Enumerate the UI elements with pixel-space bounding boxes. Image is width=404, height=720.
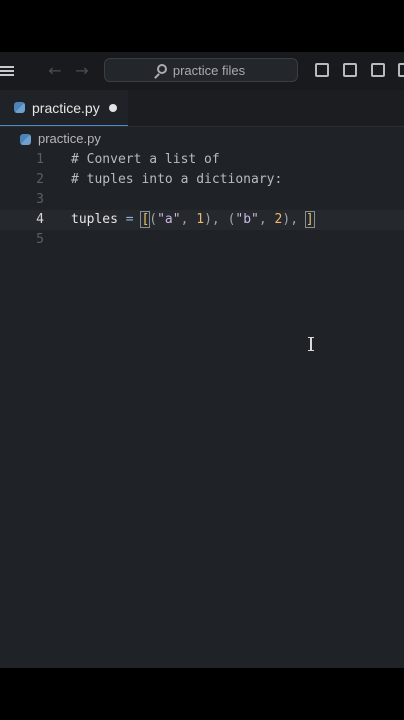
python-file-icon bbox=[20, 134, 31, 145]
code-editor[interactable]: 1 # Convert a list of 2 # tuples into a … bbox=[0, 150, 404, 650]
code-line[interactable]: 3 bbox=[0, 190, 404, 210]
line-number: 5 bbox=[36, 232, 44, 247]
command-center-search[interactable]: practice files bbox=[104, 58, 298, 82]
breadcrumb-file[interactable]: practice.py bbox=[38, 131, 101, 146]
code-line[interactable]: 5 bbox=[0, 230, 404, 250]
line-text[interactable]: # tuples into a dictionary: bbox=[71, 170, 282, 190]
search-label: practice files bbox=[172, 62, 246, 78]
arrow-left-icon[interactable]: ← bbox=[46, 61, 64, 81]
menu-icon[interactable] bbox=[0, 64, 14, 78]
breadcrumb: practice.py bbox=[0, 126, 404, 152]
code-line[interactable]: 1 # Convert a list of bbox=[0, 150, 404, 170]
vscode-window: ← → practice files practice.py practice.… bbox=[0, 52, 404, 668]
customize-layout-icon[interactable] bbox=[398, 63, 404, 77]
code-line-current[interactable]: 4 tuples = [("a", 1), ("b", 2), ] bbox=[0, 210, 404, 230]
line-text[interactable]: # Convert a list of bbox=[71, 150, 220, 170]
python-file-icon bbox=[14, 102, 25, 113]
arrow-right-icon[interactable]: → bbox=[73, 61, 91, 81]
line-number: 3 bbox=[36, 192, 44, 207]
toggle-panel-icon[interactable] bbox=[343, 63, 357, 77]
tab-practice-py[interactable]: practice.py bbox=[0, 90, 128, 126]
line-text[interactable]: tuples = [("a", 1), ("b", 2), ] bbox=[71, 210, 315, 230]
toggle-secondary-sidebar-icon[interactable] bbox=[371, 63, 385, 77]
code-line[interactable]: 2 # tuples into a dictionary: bbox=[0, 170, 404, 190]
tab-label: practice.py bbox=[32, 100, 100, 116]
mouse-ibeam-cursor bbox=[308, 337, 314, 351]
title-bar: ← → practice files bbox=[0, 52, 404, 91]
line-number: 2 bbox=[36, 172, 44, 187]
search-icon bbox=[156, 64, 167, 74]
tab-bar: practice.py bbox=[0, 90, 404, 127]
line-number: 1 bbox=[36, 152, 44, 167]
toggle-primary-sidebar-icon[interactable] bbox=[315, 63, 329, 77]
unsaved-changes-dot[interactable] bbox=[109, 104, 117, 112]
line-number: 4 bbox=[36, 212, 44, 227]
